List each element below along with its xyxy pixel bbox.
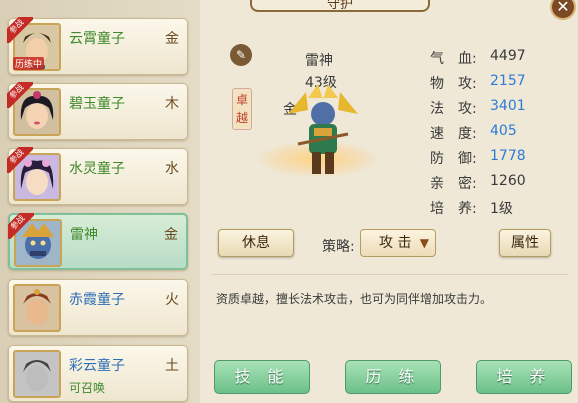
hero-name: 碧玉童子 <box>69 96 125 112</box>
stat-row: 培 养: 1级 <box>430 198 570 223</box>
in-battle-badge: 参战 <box>7 147 33 173</box>
train-button[interactable]: 历 练 <box>345 360 441 394</box>
hero-portrait <box>13 284 61 332</box>
stats-list: 气 血: 4497 物 攻: 2157 法 攻: 3401 速 度: 405 防… <box>430 48 570 223</box>
hero-element: 水 <box>165 161 179 177</box>
hero-element: 土 <box>165 358 179 374</box>
stat-value: 1260 <box>490 173 526 189</box>
hero-detail-panel: 守护 ✕ ✎ 雷神 43级 金 卓越 气 血: 4497 物 攻: 2157 法… <box>200 0 578 403</box>
character-name: 雷神 <box>305 53 333 69</box>
quality-badge: 卓越 <box>232 88 252 130</box>
stat-row: 速 度: 405 <box>430 123 570 148</box>
hero-name: 云霄童子 <box>69 31 125 47</box>
hero-name: 水灵童子 <box>69 161 125 177</box>
panel-title: 守护 <box>250 0 430 12</box>
character-stage: ✎ 雷神 43级 金 卓越 <box>210 36 410 216</box>
stat-label: 亲 密: <box>430 176 477 192</box>
stat-value: 2157 <box>490 73 526 89</box>
stat-value: 3401 <box>490 98 526 114</box>
stat-value: 1778 <box>490 148 526 164</box>
stat-row: 防 御: 1778 <box>430 148 570 173</box>
stat-label: 物 攻: <box>430 76 477 92</box>
training-tag: 历练中 <box>13 57 45 70</box>
hero-card-shuiling[interactable]: 参战 水灵童子 水 <box>7 147 188 205</box>
dropdown-arrow-icon: ▼ <box>419 236 429 250</box>
hero-card-biyu[interactable]: 参战 碧玉童子 木 <box>7 82 188 140</box>
stat-label: 速 度: <box>430 126 477 142</box>
hero-element: 金 <box>165 31 179 47</box>
in-battle-badge: 参战 <box>7 82 33 108</box>
hero-name: 雷神 <box>70 227 98 243</box>
stat-row: 气 血: 4497 <box>430 48 570 73</box>
summonable-label: 可召唤 <box>69 381 106 395</box>
stat-label: 培 养: <box>430 201 477 217</box>
hero-description: 资质卓越，擅长法术攻击，也可为同伴增加攻击力。 <box>216 292 493 306</box>
stat-row: 法 攻: 3401 <box>430 98 570 123</box>
skills-button[interactable]: 技 能 <box>214 360 310 394</box>
hero-card-chixia[interactable]: 赤霞童子 火 <box>8 279 188 336</box>
hero-card-caiyun[interactable]: 彩云童子 可召唤 土 <box>8 345 188 402</box>
hero-name: 赤霞童子 <box>69 292 125 308</box>
stat-label: 气 血: <box>430 51 477 67</box>
character-model <box>288 84 358 174</box>
stat-value: 405 <box>490 123 517 139</box>
cultivate-button[interactable]: 培 养 <box>476 360 572 394</box>
in-battle-badge: 参战 <box>7 17 33 43</box>
close-icon[interactable]: ✕ <box>550 0 576 20</box>
stat-value: 4497 <box>490 48 526 64</box>
stat-row: 物 攻: 2157 <box>430 73 570 98</box>
stat-value: 1级 <box>490 201 513 217</box>
hero-element: 火 <box>165 292 179 308</box>
hero-card-yunxiao[interactable]: 参战 历练中 云霄童子 金 <box>7 17 188 75</box>
in-battle-badge: 参战 <box>8 213 34 239</box>
hero-name: 彩云童子 <box>69 358 125 374</box>
hero-portrait <box>13 350 61 398</box>
rest-button[interactable]: 休息 <box>218 229 294 257</box>
stat-row: 亲 密: 1260 <box>430 173 570 198</box>
stat-label: 法 攻: <box>430 101 477 117</box>
strategy-select[interactable]: 攻 击 ▼ <box>360 229 436 257</box>
hero-element: 木 <box>165 96 179 112</box>
stat-label: 防 御: <box>430 151 477 167</box>
hero-list-panel: 参战 历练中 云霄童子 金 参战 碧玉童子 木 参战 水灵童子 水 参战 雷神 … <box>0 0 200 403</box>
hero-card-leishen[interactable]: 参战 雷神 金 <box>8 213 188 270</box>
strategy-label: 策略: <box>322 239 355 255</box>
pencil-icon[interactable]: ✎ <box>230 44 252 66</box>
hero-element: 金 <box>164 227 178 243</box>
attributes-button[interactable]: 属性 <box>499 229 551 257</box>
strategy-value: 攻 击 <box>379 235 412 251</box>
